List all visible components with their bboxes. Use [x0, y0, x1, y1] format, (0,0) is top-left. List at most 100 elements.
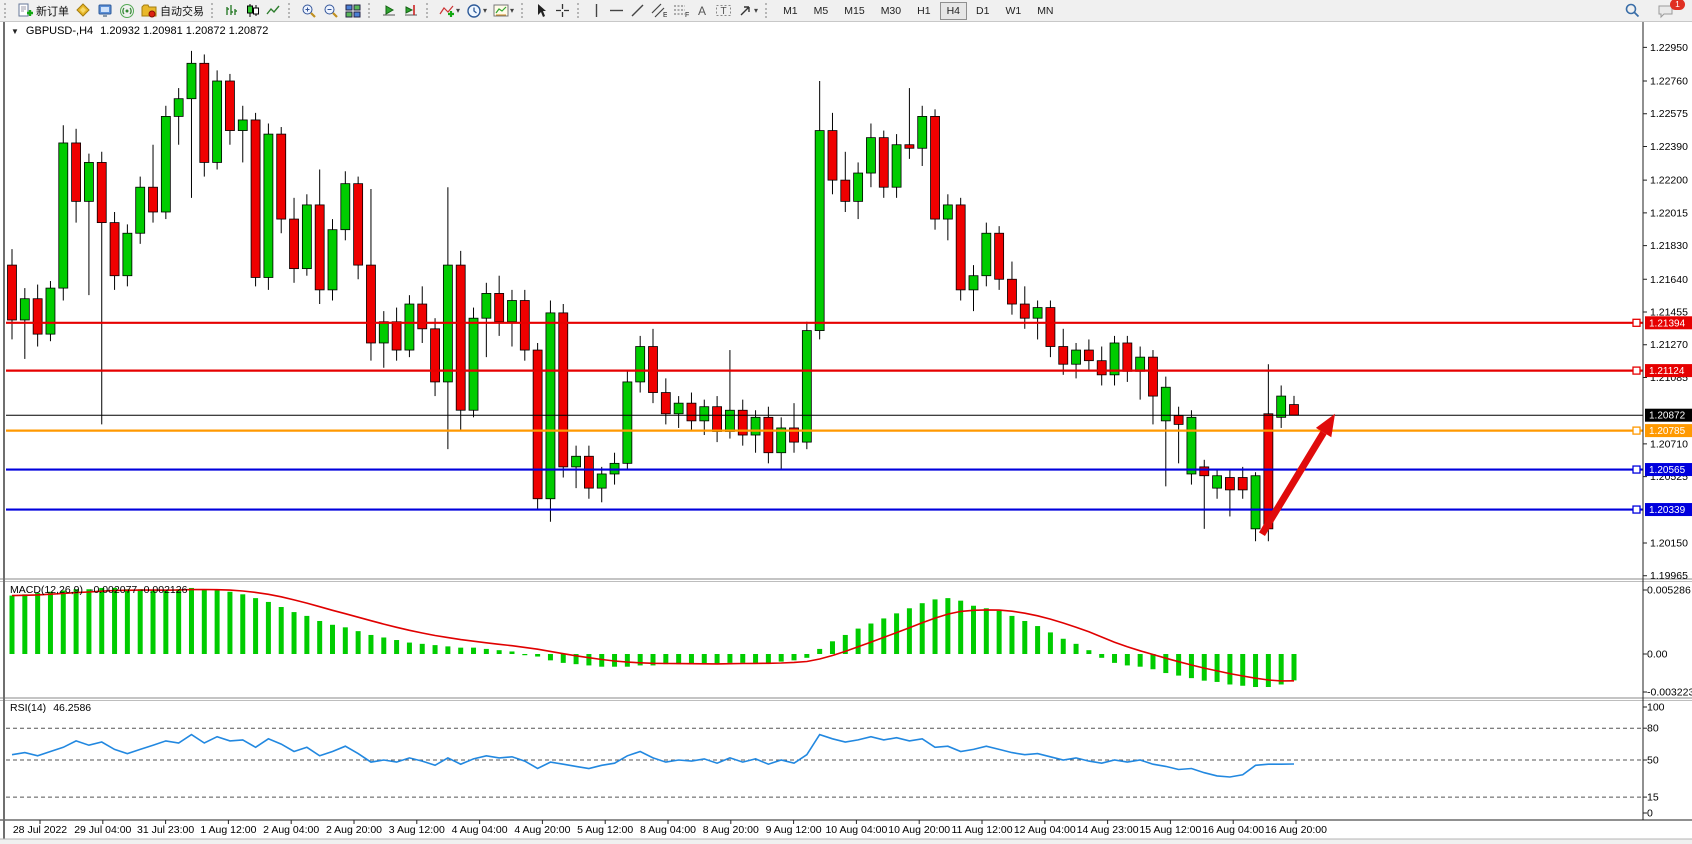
- timeframe-h1[interactable]: H1: [910, 2, 937, 20]
- price-tick-label: 1.20150: [1650, 537, 1688, 549]
- templates-button[interactable]: ▾: [490, 1, 517, 20]
- candle-bullish: [302, 205, 311, 269]
- macd-bar: [292, 612, 297, 654]
- macd-bar: [112, 588, 117, 654]
- level-handle[interactable]: [1633, 367, 1640, 374]
- zoom-out-icon: [323, 3, 339, 19]
- macd-bar: [830, 641, 835, 654]
- zoom-in-icon: [301, 3, 317, 19]
- autotrading-button[interactable]: 自动交易: [138, 1, 207, 20]
- timeframe-mn[interactable]: MN: [1030, 2, 1060, 20]
- price-tick-label: 1.21640: [1650, 274, 1688, 286]
- chevron-down-icon: ▾: [754, 6, 758, 15]
- candle-bearish: [1123, 343, 1132, 371]
- chart-shift-button[interactable]: [400, 1, 422, 20]
- toolbar-grip[interactable]: [577, 3, 584, 18]
- candlestick-chart-button[interactable]: [242, 1, 263, 20]
- toolbar-grip[interactable]: [426, 3, 433, 18]
- new-order-button[interactable]: 新订单: [14, 1, 72, 20]
- timeframe-d1[interactable]: D1: [969, 2, 996, 20]
- equidistant-channel-button[interactable]: E: [648, 1, 670, 20]
- macd-bar: [343, 627, 348, 654]
- auto-scroll-icon: [381, 3, 397, 19]
- timeframe-h4[interactable]: H4: [940, 2, 967, 20]
- price-tick-label: 1.21270: [1650, 339, 1688, 351]
- fibonacci-icon: F: [673, 3, 689, 18]
- macd-bar: [1240, 654, 1245, 686]
- zoom-in-button[interactable]: [298, 1, 320, 20]
- zoom-out-button[interactable]: [320, 1, 342, 20]
- trendline-button[interactable]: [627, 1, 648, 20]
- text-label-button[interactable]: T: [712, 1, 735, 20]
- toolbar-grip[interactable]: [368, 3, 375, 18]
- candle-bullish: [341, 184, 350, 230]
- toolbar-grip[interactable]: [288, 3, 295, 18]
- candle-bearish: [1097, 361, 1106, 375]
- macd-bar: [1009, 616, 1014, 654]
- macd-bar: [920, 603, 925, 654]
- candle-bullish: [918, 116, 927, 148]
- macd-bar: [1022, 621, 1027, 654]
- cursor-button[interactable]: [531, 1, 552, 20]
- timeframe-m15[interactable]: M15: [837, 2, 871, 20]
- macd-bar: [458, 648, 463, 654]
- periods-button[interactable]: ▾: [463, 1, 490, 20]
- macd-bar: [1292, 654, 1297, 680]
- chart-title: ▼ GBPUSD-,H4 1.20932 1.20981 1.20872 1.2…: [11, 25, 268, 37]
- fibonacci-button[interactable]: F: [670, 1, 692, 20]
- timeframe-m1[interactable]: M1: [776, 2, 805, 20]
- bar-chart-button[interactable]: [221, 1, 242, 20]
- timeframe-m5[interactable]: M5: [807, 2, 836, 20]
- auto-scroll-button[interactable]: [378, 1, 400, 20]
- market-watch-button[interactable]: [72, 1, 94, 20]
- chart-canvas[interactable]: 1.229501.227601.225751.223901.222001.220…: [0, 0, 1692, 844]
- chart-dropdown-icon[interactable]: ▼: [11, 27, 19, 36]
- candle-bearish: [456, 265, 465, 410]
- line-chart-button[interactable]: [263, 1, 284, 20]
- vertical-line-button[interactable]: [587, 1, 606, 20]
- macd-bar: [1061, 639, 1066, 654]
- macd-bar: [1035, 626, 1040, 654]
- text-button[interactable]: A: [692, 1, 712, 20]
- macd-bar: [1048, 632, 1053, 654]
- search-button[interactable]: [1621, 1, 1644, 20]
- horizontal-line-button[interactable]: [606, 1, 627, 20]
- arrows-button[interactable]: ▾: [735, 1, 761, 20]
- timeframe-w1[interactable]: W1: [998, 2, 1028, 20]
- level-handle[interactable]: [1633, 506, 1640, 513]
- chart-shift-icon: [403, 3, 419, 19]
- macd-bar: [215, 591, 220, 655]
- macd-bar: [484, 649, 489, 654]
- toolbar-grip[interactable]: [211, 3, 218, 18]
- candle-bearish: [418, 304, 427, 329]
- navigator-button[interactable]: [94, 1, 116, 20]
- level-handle[interactable]: [1633, 427, 1640, 434]
- crosshair-button[interactable]: [552, 1, 573, 20]
- macd-bar: [1138, 654, 1143, 667]
- toolbar-grip[interactable]: [521, 3, 528, 18]
- candle-bullish: [405, 304, 414, 350]
- price-tick-label: 1.22390: [1650, 141, 1688, 153]
- candle-bearish: [200, 63, 209, 162]
- notifications-button[interactable]: 1: [1654, 1, 1678, 20]
- indicators-button[interactable]: ▾: [436, 1, 463, 20]
- macd-bar: [702, 654, 707, 664]
- candle-bullish: [1213, 476, 1222, 488]
- cursor-icon: [534, 3, 549, 18]
- candle-bearish: [533, 350, 542, 499]
- macd-bar: [86, 589, 91, 654]
- toolbar-grip[interactable]: [765, 3, 772, 18]
- vertical-line-icon: [590, 3, 603, 18]
- candle-bearish: [290, 219, 299, 269]
- level-handle[interactable]: [1633, 319, 1640, 326]
- tile-windows-button[interactable]: [342, 1, 364, 20]
- timeframe-m30[interactable]: M30: [874, 2, 908, 20]
- macd-bar: [317, 621, 322, 654]
- candle-bearish: [97, 162, 106, 222]
- level-handle[interactable]: [1633, 466, 1640, 473]
- candle-bearish: [315, 205, 324, 290]
- signals-button[interactable]: [116, 1, 138, 20]
- chevron-down-icon: ▾: [510, 6, 514, 15]
- toolbar-grip[interactable]: [4, 3, 11, 18]
- candle-bullish: [482, 293, 491, 318]
